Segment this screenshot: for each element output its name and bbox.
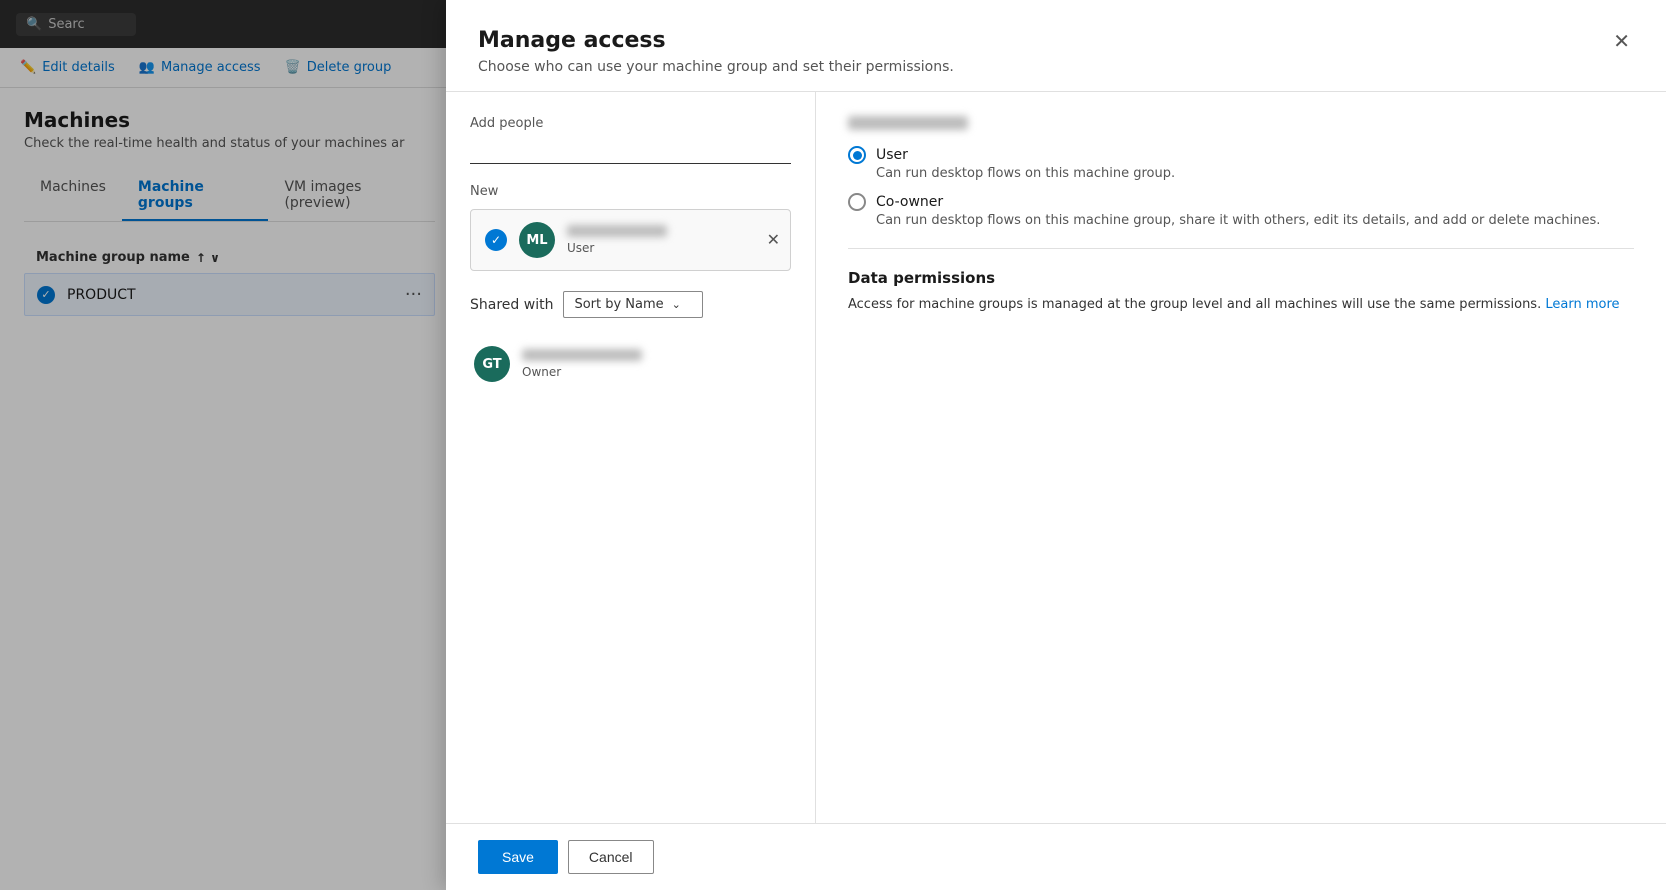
modal-right-panel: User Can run desktop flows on this machi… bbox=[816, 92, 1666, 823]
new-section-label: New bbox=[470, 184, 791, 199]
shared-with-row: Shared with Sort by Name ⌄ bbox=[470, 291, 791, 318]
user-radio-label: User bbox=[876, 147, 908, 163]
cancel-button[interactable]: Cancel bbox=[568, 840, 654, 874]
user-radio-button[interactable] bbox=[848, 146, 866, 164]
user-name-blurred bbox=[567, 225, 667, 237]
coowner-permission-option: Co-owner Can run desktop flows on this m… bbox=[848, 193, 1634, 228]
modal-overlay: Manage access Choose who can use your ma… bbox=[0, 0, 1666, 890]
manage-access-panel: Manage access Choose who can use your ma… bbox=[446, 0, 1666, 890]
permission-radio-group: User Can run desktop flows on this machi… bbox=[848, 146, 1634, 228]
coowner-radio-row[interactable]: Co-owner bbox=[848, 193, 1634, 211]
modal-subtitle: Choose who can use your machine group an… bbox=[478, 59, 954, 75]
section-divider bbox=[848, 248, 1634, 249]
add-people-input[interactable] bbox=[470, 135, 791, 164]
user-permission-option: User Can run desktop flows on this machi… bbox=[848, 146, 1634, 181]
modal-header: Manage access Choose who can use your ma… bbox=[446, 0, 1666, 92]
sort-dropdown[interactable]: Sort by Name ⌄ bbox=[563, 291, 703, 318]
shared-with-label: Shared with bbox=[470, 297, 553, 313]
shared-user-item: GT Owner bbox=[470, 338, 791, 390]
coowner-radio-label: Co-owner bbox=[876, 194, 943, 210]
modal-body: Add people New ✓ ML User ✕ bbox=[446, 92, 1666, 823]
user-radio-row[interactable]: User bbox=[848, 146, 1634, 164]
sort-dropdown-label: Sort by Name bbox=[574, 297, 663, 312]
remove-user-button[interactable]: ✕ bbox=[767, 230, 780, 250]
user-avatar-ml: ML bbox=[519, 222, 555, 258]
user-radio-description: Can run desktop flows on this machine gr… bbox=[848, 166, 1634, 181]
close-button[interactable]: ✕ bbox=[1609, 28, 1634, 56]
save-button[interactable]: Save bbox=[478, 840, 558, 874]
data-permissions-description: Access for machine groups is managed at … bbox=[848, 295, 1634, 315]
coowner-radio-button[interactable] bbox=[848, 193, 866, 211]
shared-user-info: Owner bbox=[522, 349, 642, 379]
learn-more-link[interactable]: Learn more bbox=[1545, 297, 1619, 312]
add-people-label: Add people bbox=[470, 116, 791, 131]
selected-user-name-blurred bbox=[848, 116, 968, 130]
modal-title: Manage access bbox=[478, 28, 954, 53]
new-user-card: ✓ ML User ✕ bbox=[470, 209, 791, 271]
modal-footer: Save Cancel bbox=[446, 823, 1666, 890]
shared-user-name-blurred bbox=[522, 349, 642, 361]
modal-left-panel: Add people New ✓ ML User ✕ bbox=[446, 92, 816, 823]
user-check-icon: ✓ bbox=[485, 229, 507, 251]
chevron-down-icon: ⌄ bbox=[672, 298, 681, 311]
data-permissions-title: Data permissions bbox=[848, 269, 1634, 287]
shared-user-role: Owner bbox=[522, 365, 642, 379]
user-role: User bbox=[567, 241, 776, 255]
coowner-radio-description: Can run desktop flows on this machine gr… bbox=[848, 213, 1634, 228]
shared-user-avatar-gt: GT bbox=[474, 346, 510, 382]
user-info: User bbox=[567, 225, 776, 255]
